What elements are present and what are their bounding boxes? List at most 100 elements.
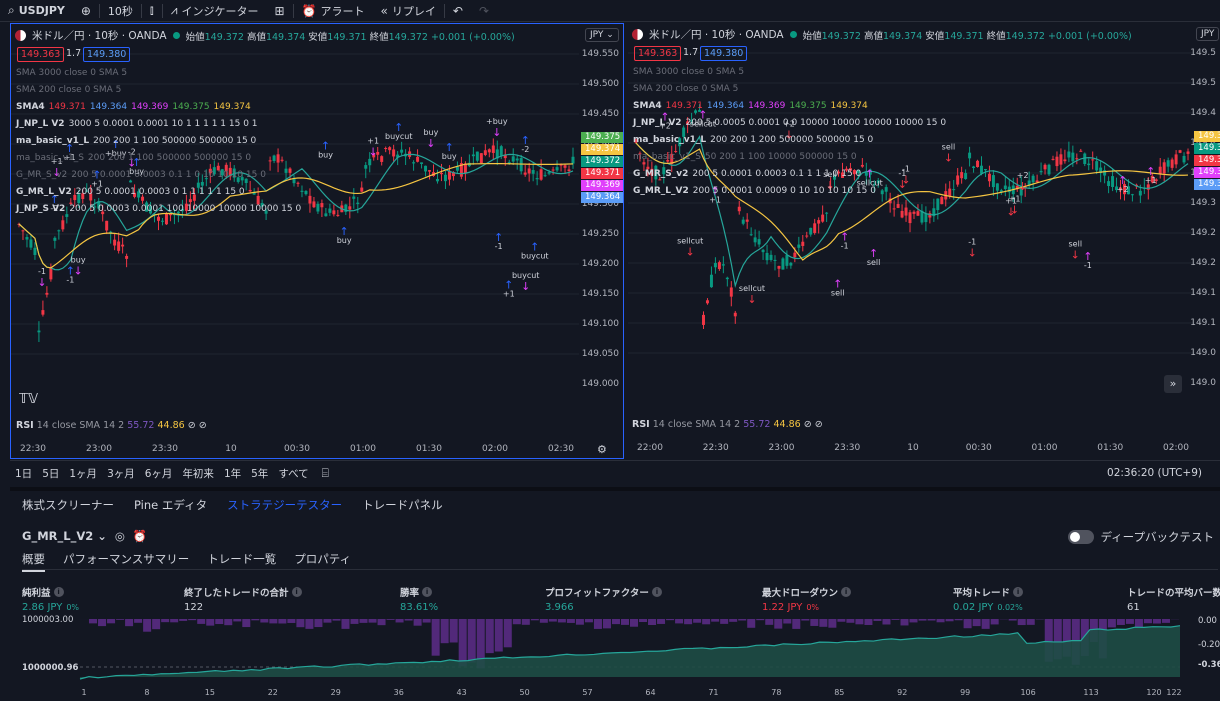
date-range-calendar-icon[interactable]: ⌸: [322, 466, 329, 481]
candle: [932, 198, 936, 222]
period-button[interactable]: 1年: [219, 466, 246, 481]
ohlc-values: 始値149.372 高値149.374 安値149.371 終値149.372 …: [186, 29, 515, 43]
period-button[interactable]: 5年: [246, 466, 273, 481]
candle: [408, 147, 412, 160]
redo-button[interactable]: ↷: [471, 0, 497, 22]
info-icon[interactable]: i: [651, 587, 662, 597]
time-tick: 23:00: [86, 444, 112, 454]
redo-icon: ↷: [478, 3, 490, 18]
period-button[interactable]: 1日: [10, 466, 37, 481]
candle: [296, 181, 300, 187]
period-button[interactable]: 5日: [37, 466, 64, 481]
chart-settings-gear-icon[interactable]: ⚙: [597, 443, 607, 456]
info-icon[interactable]: i: [841, 587, 852, 597]
candle: [304, 190, 308, 196]
strategy-settings-icon[interactable]: ◎: [115, 529, 125, 543]
strategy-select[interactable]: G_MR_L_V2 ⌄: [22, 529, 107, 543]
info-icon[interactable]: i: [53, 587, 64, 597]
change-value: +0.001 (+0.00%): [430, 31, 515, 43]
indicator-legend-row[interactable]: G_MR_S_v2 200 5 0.0001 0.0003 0.1 1 0 10 …: [16, 170, 266, 180]
metric-label-row: 最大ドローダウン i: [762, 585, 852, 599]
period-button[interactable]: 1ヶ月: [64, 466, 102, 481]
chart-pane-right[interactable]: sell ↓ -1 ↓ sellcut ↓ +1 ↓ +2 ↓ sell ↓ -1 ↓ sellcut ↓ +1…: [628, 23, 1220, 459]
panel-tab[interactable]: ストラテジーテスター: [227, 497, 342, 513]
clock[interactable]: 02:36:20 (UTC+9): [1107, 467, 1202, 479]
deep-backtest-toggle-row: ディープバックテスト: [1068, 529, 1214, 545]
time-tick: 00:30: [965, 443, 992, 453]
chart-type-button[interactable]: ⫾: [142, 0, 162, 22]
price-axis-left[interactable]: 149.550149.500149.450149.400149.350149.3…: [579, 24, 623, 408]
period-button[interactable]: 3ヶ月: [102, 466, 140, 481]
indicator-legend-row[interactable]: SMA4 149.371 149.364 149.369 149.375 149.374: [16, 102, 251, 112]
indicator-legend-row[interactable]: G_MR_L_V2 200 5 0.0001 0.0003 0 1 1 1 1 1…: [16, 187, 245, 197]
templates-button[interactable]: ⊞: [267, 0, 293, 22]
indicator-legend-row[interactable]: SMA 200 close 0 SMA 5: [16, 85, 121, 95]
deep-backtest-toggle[interactable]: [1068, 530, 1095, 544]
equity-x-tick: 78: [771, 688, 781, 697]
ask-price-button[interactable]: 149.380: [83, 47, 131, 62]
alert-label: アラート: [320, 4, 365, 18]
hide-icon[interactable]: ⊘: [804, 419, 812, 430]
svg-text:↑: ↑: [865, 168, 874, 181]
drawdown-bar: [747, 619, 756, 628]
chart-title[interactable]: 米ドル／円 · 10秒 · OANDA: [649, 27, 784, 42]
chart-title[interactable]: 米ドル／円 · 10秒 · OANDA: [32, 28, 167, 43]
period-button[interactable]: 年初来: [177, 466, 219, 481]
compare-button[interactable]: ⊕: [73, 0, 99, 22]
indicator-legend-row[interactable]: G_MR_L_V2 200 5 0.0001 0.0009 0 10 10 10 …: [633, 186, 876, 196]
info-icon[interactable]: i: [291, 587, 302, 597]
period-button[interactable]: すべて: [273, 466, 313, 481]
equity-drawdown-label: -0.36: [1198, 660, 1220, 670]
trade-marker: sellcut↓: [739, 284, 765, 306]
indicator-legend-row[interactable]: ma_basic_v1_L 200 200 1 200 500000 500000…: [633, 135, 873, 145]
interval-button[interactable]: 10秒: [100, 0, 141, 22]
indicators-button[interactable]: ⩘ インジケーター: [163, 0, 267, 22]
equity-chart[interactable]: 1000003.00 1000000.96 0.00 -0.20 -0.36 1 8 15 22…: [10, 611, 1220, 701]
time-tick: 23:30: [834, 443, 861, 453]
indicator-legend-row[interactable]: SMA 3000 close 0 SMA 5: [16, 68, 127, 78]
hide-icon[interactable]: ⊘: [188, 420, 196, 431]
panel-tab[interactable]: Pine エディタ: [134, 497, 207, 513]
candle: [1087, 158, 1091, 171]
symbol-search[interactable]: ⌕ USDJPY: [0, 0, 73, 22]
settings-icon[interactable]: ⊘: [815, 419, 823, 430]
candle: [1047, 163, 1051, 176]
indicator-legend-row[interactable]: SMA4 149.371 149.364 149.369 149.375 149.374: [633, 101, 868, 111]
metric-card: 最大ドローダウン i 1.22 JPY 0%: [762, 585, 852, 613]
chart-pane-left[interactable]: buy ↑ +1 ↑ buycut ↑ -1 ↑ -2 ↑ buy ↑ +1 ↑ +buy ↑ buy ↑ +1 ↑ b…: [10, 23, 624, 459]
indicator-legend-row[interactable]: J_NP_S V2 200 5 0.0003 0.0001 100 10000 1…: [16, 204, 301, 214]
candle: [884, 184, 888, 201]
strategy-alert-icon[interactable]: ⏰: [133, 529, 147, 543]
indicator-legend-row[interactable]: SMA 3000 close 0 SMA 5: [633, 67, 744, 77]
indicator-legend-row[interactable]: ma_basic_v1_S 50 200 1 100 10000 500000 1…: [633, 152, 857, 162]
undo-button[interactable]: ↶: [445, 0, 471, 22]
strategy-selector-row: G_MR_L_V2 ⌄ ◎ ⏰: [22, 529, 147, 543]
indicator-legend-row[interactable]: ma_basic_v1_S 200 200 1 100 500000 500000…: [16, 153, 251, 163]
ask-price-button[interactable]: 149.380: [700, 46, 748, 61]
replay-button[interactable]: « リプレイ: [373, 0, 444, 22]
indicator-legend-row[interactable]: J_NP_L V2 200 5 0.0005 0.0001 0.0 10000 1…: [633, 118, 946, 128]
indicator-legend-row[interactable]: ma_basic_v1_L 200 200 1 100 500000 500000…: [16, 136, 256, 146]
drawdown-bar: [729, 619, 738, 622]
candle: [713, 257, 717, 274]
bid-price-button[interactable]: 149.363: [634, 46, 682, 61]
price-plot-right[interactable]: sell↓-1↓sellcut↓+1↓+2↓sell↓-1↓sellcut↓+1…: [628, 23, 1194, 407]
scroll-to-realtime-button[interactable]: »: [1164, 375, 1182, 393]
info-icon[interactable]: i: [1013, 587, 1024, 597]
price-axis-right[interactable]: 149.5149.5149.4149.4149.3149.3149.2149.2…: [1190, 23, 1220, 407]
time-axis-left[interactable]: 22:30 23:00 23:30 10 00:30 01:00 01:30 02:00 02:…: [11, 444, 579, 456]
price-plot-left[interactable]: buy↑+1↑buycut↑-1↑-2↑buy↑+1↑ +buy↑buy↑+1↑b…: [11, 24, 579, 408]
panel-tab[interactable]: 株式スクリーナー: [22, 497, 114, 513]
candle: [53, 236, 57, 249]
panel-tab[interactable]: トレードパネル: [362, 497, 443, 513]
period-button[interactable]: 6ヶ月: [140, 466, 178, 481]
info-icon[interactable]: i: [422, 587, 433, 597]
indicator-legend-row[interactable]: G_MR_S_v2 200 5 0.0001 0.0003 0.1 1 1 1 0…: [633, 169, 861, 179]
settings-icon[interactable]: ⊘: [199, 420, 207, 431]
bid-price-button[interactable]: 149.363: [17, 47, 65, 62]
indicator-legend-row[interactable]: J_NP_L V2 3000 5 0.0001 0.0001 10 1 1 1 1…: [16, 119, 258, 129]
time-axis-right[interactable]: 22:00 22:30 23:00 23:30 10 00:30 01:00 01:30 02:…: [628, 443, 1194, 455]
alert-button[interactable]: ⏰ アラート: [294, 0, 373, 22]
indicator-legend-row[interactable]: SMA 200 close 0 SMA 5: [633, 84, 738, 94]
drawdown-bar: [179, 619, 188, 621]
